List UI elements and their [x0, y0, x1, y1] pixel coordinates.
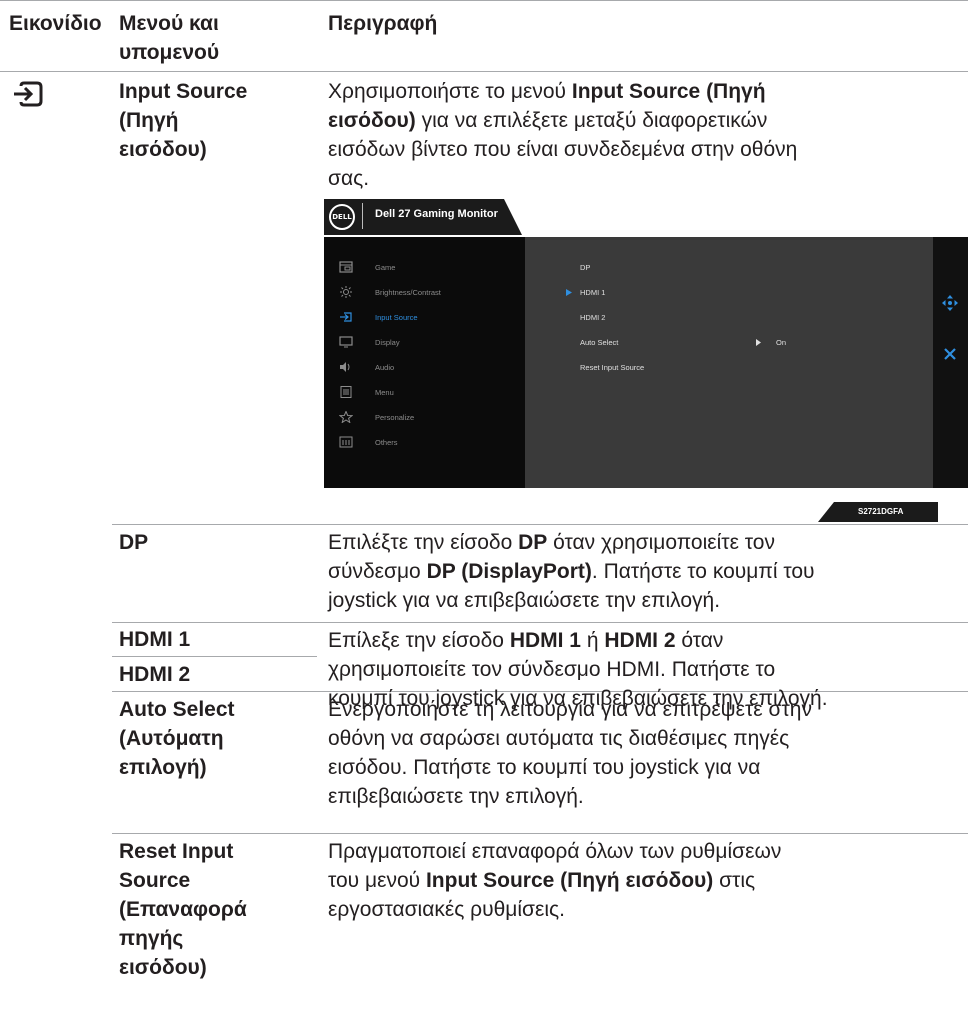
input-source-icon: [340, 312, 352, 322]
osd-menu-item-game[interactable]: Game: [375, 263, 395, 272]
dp-desc-line2: σύνδεσμο DP (DisplayPort). Πατήστε το κο…: [328, 560, 815, 583]
osd-sub-item-auto-select[interactable]: Auto Select: [580, 338, 618, 347]
osd-menu-item-menu[interactable]: Menu: [375, 388, 394, 397]
input-source-term-line1: Input Source: [119, 80, 248, 103]
display-icon: [339, 336, 353, 348]
star-icon: [339, 411, 353, 423]
hdmi2-term: HDMI 2: [119, 663, 191, 686]
auto-select-term-line2: (Αυτόματη: [119, 727, 224, 750]
osd-menu-item-others[interactable]: Others: [375, 438, 398, 447]
osd-sub-item-hdmi1[interactable]: HDMI 1: [580, 288, 605, 297]
osd-title: Dell 27 Gaming Monitor: [375, 208, 498, 220]
row-rule: [112, 656, 317, 657]
header-description-column: Περιγραφή: [328, 12, 438, 35]
model-number: S2721DGFA: [858, 507, 904, 516]
input-source-term-line3: εισόδου): [119, 138, 207, 161]
osd-sub-item-hdmi2[interactable]: HDMI 2: [580, 313, 605, 322]
reset-desc-line2: του μενού Input Source (Πηγή εισόδου) στ…: [328, 869, 756, 892]
auto-select-term-line3: επιλογή): [119, 756, 207, 779]
hdmi-desc-line2: χρησιμοποιείτε τον σύνδεσμο HDMI. Πατήστ…: [328, 658, 776, 681]
brightness-icon: [340, 286, 352, 298]
header-menu-column-line1: Μενού και: [119, 12, 219, 35]
header-menu-column-line2: υπομενού: [119, 41, 220, 64]
reset-term-line1: Reset Input: [119, 840, 234, 863]
reset-term-line4: πηγής: [119, 927, 184, 950]
header-rule: [0, 71, 968, 72]
hdmi1-term: HDMI 1: [119, 628, 191, 651]
audio-icon: [340, 362, 350, 372]
osd-sub-item-dp[interactable]: DP: [580, 263, 590, 272]
row-rule: [112, 524, 968, 525]
input-source-desc-line3: εισόδων βίντεο που είναι συνδεδεμένα στη…: [328, 138, 798, 161]
auto-select-desc-line2: οθόνη να σαρώσει αυτόματα τις διαθέσιμες…: [328, 727, 790, 750]
reset-term-line3: (Επαναφορά: [119, 898, 247, 921]
auto-select-term-line1: Auto Select: [119, 698, 235, 721]
auto-select-desc-line1: Ενεργοποιήστε τη λειτουργία για να επιτρ…: [328, 698, 812, 721]
joystick-navigate-icon[interactable]: [942, 295, 958, 311]
input-source-desc-line1: Χρησιμοποιήστε το μενού Input Source (Πη…: [328, 80, 766, 103]
dp-desc-line3: joystick για να επιβεβαιώσετε την επιλογ…: [328, 589, 721, 612]
osd-navigation-bar: [933, 237, 968, 488]
menu-icon: [340, 386, 352, 398]
input-source-icon: [14, 81, 43, 107]
model-tab: S2721DGFA: [818, 502, 938, 522]
dp-term: DP: [119, 531, 149, 554]
auto-select-desc-line3: εισόδου. Πατήστε το κουμπί του joystick …: [328, 756, 761, 779]
reset-desc-line3: εργοστασιακές ρυθμίσεις.: [328, 898, 565, 921]
osd-menu-item-audio[interactable]: Audio: [375, 363, 394, 372]
selection-pointer-icon: [566, 289, 572, 296]
auto-select-value: On: [776, 338, 787, 347]
osd-menu-item-input-source[interactable]: Input Source: [375, 313, 418, 322]
dell-logo: DELL: [329, 204, 355, 230]
others-icon: [339, 436, 353, 448]
game-icon: [339, 261, 353, 273]
table-top-rule: [0, 0, 968, 1]
row-rule: [112, 622, 968, 623]
reset-desc-line1: Πραγματοποιεί επαναφορά όλων των ρυθμίσε…: [328, 840, 782, 863]
osd-main-menu: [324, 237, 525, 488]
reset-term-line5: εισόδου): [119, 956, 207, 979]
header-icon-column: Εικονίδιο: [9, 12, 102, 35]
osd-menu-item-display[interactable]: Display: [375, 338, 400, 347]
reset-term-line2: Source: [119, 869, 191, 892]
hdmi-desc-line1: Επίλεξε την είσοδο HDMI 1 ή HDMI 2 όταν: [328, 629, 724, 652]
osd-menu-item-personalize[interactable]: Personalize: [375, 413, 414, 422]
osd-menu-item-brightness-contrast[interactable]: Brightness/Contrast: [375, 288, 441, 297]
row-rule: [112, 833, 968, 834]
dp-desc-line1: Επιλέξτε την είσοδο DP όταν χρησιμοποιεί…: [328, 531, 775, 554]
input-source-desc-line2: εισόδου) για να επιλέξετε μεταξύ διαφορε…: [328, 109, 768, 132]
osd-sub-item-reset-input-source[interactable]: Reset Input Source: [580, 363, 644, 372]
close-icon[interactable]: [944, 348, 956, 360]
auto-select-arrow-icon: [756, 339, 761, 346]
logo-separator: [362, 203, 363, 229]
auto-select-desc-line4: επιβεβαιώσετε την επιλογή.: [328, 785, 584, 808]
input-source-term-line2: (Πηγή: [119, 109, 179, 132]
input-source-desc-line4: σας.: [328, 167, 370, 190]
